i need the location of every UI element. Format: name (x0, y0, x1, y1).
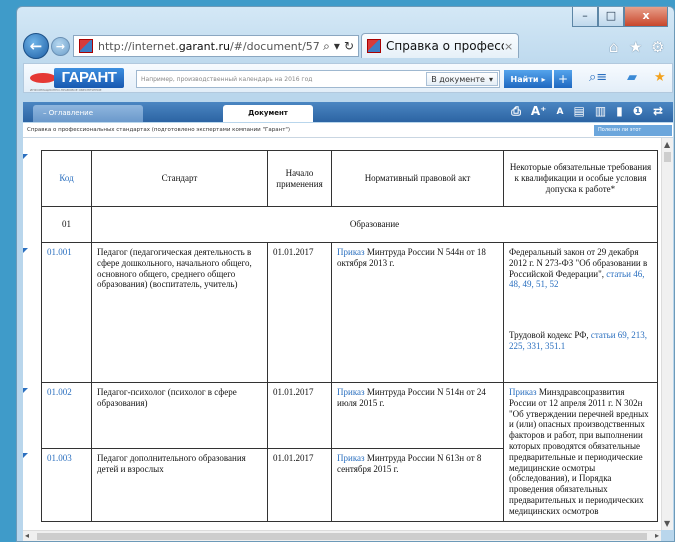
favorites-icon[interactable]: ★ (629, 38, 642, 56)
row-act: Приказ Минтруда России N 613н от 8 сентя… (331, 448, 504, 522)
act-link[interactable]: Приказ (337, 453, 365, 463)
act-link[interactable]: Приказ (337, 387, 365, 397)
address-bar[interactable]: http://internet.garant.ru/#/document/577… (73, 35, 359, 57)
garant-logo[interactable]: ГАРАНТ ИНФОРМАЦИОННО-ПРАВОВОЕ ОБЕСПЕЧЕНИ… (30, 67, 126, 92)
save-icon[interactable]: ▤ (573, 104, 584, 119)
search-scope-select[interactable]: В документе ▾ (426, 72, 498, 86)
document-tools: ⎙ A⁺ A ▤ ▥ ▮ ❶ ⇄ (511, 104, 663, 119)
row-start: 01.01.2017 (267, 242, 332, 383)
scroll-thumb[interactable] (37, 533, 647, 540)
close-button[interactable]: x (624, 7, 668, 27)
document-tabs: – Оглавление Документ ⎙ A⁺ A ▤ ▥ ▮ ❶ ⇄ (23, 102, 673, 122)
home-icon[interactable]: ⌂ (609, 38, 619, 56)
search-icon[interactable]: ⌕ (323, 39, 330, 54)
row-code[interactable]: 01.001 (41, 242, 92, 383)
share-icon[interactable]: ⇄ (653, 104, 663, 119)
bookmark-icon[interactable]: ▰ (627, 70, 637, 85)
bookmark-marker-icon[interactable] (23, 388, 28, 393)
tab-close-icon[interactable]: × (504, 40, 518, 53)
row-start: 01.01.2017 (267, 382, 332, 449)
bookmark-marker-icon[interactable] (23, 248, 28, 253)
forward-button[interactable]: → (51, 37, 70, 56)
search-placeholder: Например, производственный календарь на … (141, 75, 313, 83)
scroll-left-icon[interactable]: ◂ (25, 531, 29, 540)
browser-tab[interactable]: Справка о профессио... × (361, 33, 519, 58)
print-preview-icon[interactable]: ▥ (595, 104, 606, 119)
section-row: 01 Образование (41, 206, 658, 243)
settings-icon[interactable]: ⚙ (651, 38, 664, 56)
standards-table: Код Стандарт Начало применения Нормативн… (41, 150, 658, 522)
print-icon[interactable]: ⎙ (511, 104, 521, 119)
bookmark-icon[interactable]: ▮ (616, 104, 623, 119)
logo-subtitle: ИНФОРМАЦИОННО-ПРАВОВОЕ ОБЕСПЕЧЕНИЕ (30, 88, 102, 92)
document-title: Справка о профессиональных стандартах (п… (27, 127, 291, 133)
row-act: Приказ Минтруда России N 514н от 24 июля… (331, 382, 504, 449)
scroll-thumb[interactable] (664, 152, 671, 162)
row-standard: Педагог дополнительного образования дете… (91, 448, 268, 522)
document-info-bar: Справка о профессиональных стандартах (п… (23, 123, 673, 144)
refresh-icon[interactable]: ↻ (344, 39, 354, 53)
header-act: Нормативный правовой акт (331, 150, 504, 207)
logo-text: ГАРАНТ (54, 68, 124, 88)
header-start: Начало применения (267, 150, 332, 207)
favorites-star-icon[interactable]: ★ (654, 70, 666, 85)
requirement-law: Федеральный закон от 29 декабря 2012 г. … (509, 247, 648, 290)
tab-title: Справка о профессио... (386, 39, 504, 53)
bookmark-marker-icon[interactable] (23, 453, 28, 458)
table-row: 01.002 Педагог-психолог (психолог в сфер… (41, 382, 658, 522)
section-code: 01 (41, 206, 92, 243)
header-code: Код (41, 150, 92, 207)
scroll-down-icon[interactable]: ▼ (664, 519, 670, 528)
tab-contents[interactable]: – Оглавление (33, 105, 143, 122)
vertical-scrollbar[interactable]: ▲ ▼ (661, 138, 673, 530)
section-title: Образование (91, 206, 658, 243)
row-requirements: Федеральный закон от 29 декабря 2012 г. … (503, 242, 658, 383)
table-row: 01.001 Педагог (педагогическая деятельно… (41, 242, 658, 383)
filter-icon[interactable]: ⌕≡ (589, 70, 607, 85)
chevron-down-icon: ▾ (488, 74, 493, 84)
address-url: http://internet.garant.ru/#/document/577… (98, 39, 320, 53)
bookmark-marker-icon[interactable] (23, 154, 28, 159)
row-code[interactable]: 01.003 (41, 448, 92, 522)
header-requirements: Некоторые обязательные требования к квал… (503, 150, 658, 207)
find-label: Найти (510, 74, 539, 84)
row-code[interactable]: 01.002 (41, 382, 92, 449)
scroll-right-icon[interactable]: ▸ (655, 531, 659, 540)
order-link[interactable]: Приказ (509, 387, 537, 397)
logo-swoosh (30, 73, 56, 83)
scroll-up-icon[interactable]: ▲ (664, 140, 670, 149)
document-content: Код Стандарт Начало применения Нормативн… (23, 138, 661, 530)
site-favicon-icon (79, 39, 93, 53)
row-standard: Педагог-психолог (психолог в сфере образ… (91, 382, 268, 449)
browser-window: – □ x ← → http://internet.garant.ru/#/do… (16, 6, 675, 542)
chevron-right-icon: ▸ (541, 74, 546, 84)
info-icon[interactable]: ❶ (633, 104, 643, 119)
maximize-button[interactable]: □ (598, 7, 624, 27)
horizontal-scrollbar[interactable]: ◂ ▸ (23, 530, 661, 541)
feedback-button[interactable]: Полезен ли этот документ? ☆☆ (594, 125, 672, 144)
header-standard: Стандарт (91, 150, 268, 207)
back-button[interactable]: ← (23, 33, 49, 59)
dropdown-icon[interactable]: ▾ (334, 39, 340, 53)
act-link[interactable]: Приказ (337, 247, 365, 257)
navigation-bar: ← → http://internet.garant.ru/#/document… (17, 29, 674, 59)
garant-toolbar: ГАРАНТ ИНФОРМАЦИОННО-ПРАВОВОЕ ОБЕСПЕЧЕНИ… (23, 63, 673, 93)
row-act: Приказ Минтруда России N 544н от 18 октя… (331, 242, 504, 383)
search-field[interactable]: Например, производственный календарь на … (136, 70, 500, 88)
tab-document[interactable]: Документ (223, 105, 313, 122)
minimize-button[interactable]: – (572, 7, 598, 27)
window-controls: – □ x (572, 7, 668, 27)
scope-label: В документе (431, 74, 485, 84)
requirement-labor-code: Трудовой кодекс РФ, статьи 69, 213, 225,… (509, 330, 648, 351)
tab-favicon-icon (367, 39, 381, 53)
font-decrease-icon[interactable]: A (557, 104, 564, 119)
table-header-row: Код Стандарт Начало применения Нормативн… (41, 150, 658, 207)
add-button[interactable]: + (554, 70, 572, 88)
find-button[interactable]: Найти ▸ (504, 70, 552, 88)
row-standard: Педагог (педагогическая деятельность в с… (91, 242, 268, 383)
row-requirements: Приказ Минздравсоцразвития России от 12 … (503, 382, 658, 522)
font-increase-icon[interactable]: A⁺ (531, 104, 547, 119)
row-start: 01.01.2017 (267, 448, 332, 522)
